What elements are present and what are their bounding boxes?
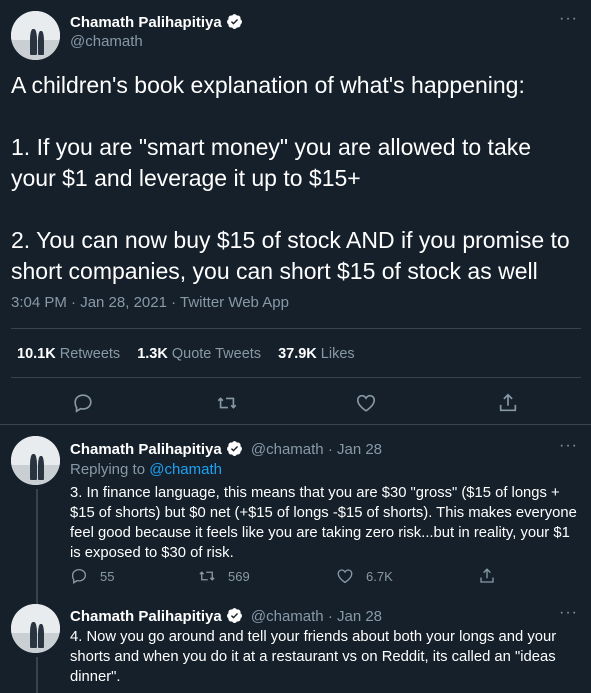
author-avatar[interactable] bbox=[11, 436, 60, 485]
replying-to: Replying to @chamath bbox=[70, 461, 222, 478]
share-icon bbox=[480, 568, 494, 583]
author-name[interactable]: Chamath Palihapitiya bbox=[70, 14, 222, 31]
thread-line bbox=[36, 489, 38, 602]
reply-tweet[interactable]: Chamath Palihapitiya @chamath · Jan 28 ·… bbox=[0, 602, 591, 693]
main-tweet: Chamath Palihapitiya @chamath ··· A chil… bbox=[0, 0, 591, 425]
author-name-row[interactable]: Chamath Palihapitiya bbox=[70, 13, 243, 32]
author-handle[interactable]: @chamath bbox=[251, 441, 324, 458]
more-icon[interactable]: ··· bbox=[559, 10, 578, 28]
reply-text: 3. In finance language, this means that … bbox=[70, 485, 577, 561]
likes-stat[interactable]: 37.9K Likes bbox=[278, 346, 355, 362]
reply-icon[interactable] bbox=[72, 392, 94, 414]
author-name[interactable]: Chamath Palihapitiya bbox=[70, 608, 222, 625]
share-action[interactable] bbox=[478, 567, 508, 585]
author-handle[interactable]: @chamath bbox=[251, 608, 324, 625]
tweet-text: A children's book explanation of what's … bbox=[11, 72, 570, 284]
retweet-count: 569 bbox=[228, 568, 250, 584]
retweet-icon bbox=[199, 571, 215, 581]
like-action[interactable]: 6.7K bbox=[336, 567, 393, 585]
reply-tweet[interactable]: Chamath Palihapitiya @chamath · Jan 28 ·… bbox=[0, 425, 591, 602]
retweet-action[interactable]: 569 bbox=[198, 567, 250, 585]
author-avatar[interactable] bbox=[11, 11, 60, 60]
like-icon bbox=[337, 569, 353, 584]
reply-action[interactable]: 55 bbox=[70, 567, 114, 585]
retweet-icon[interactable] bbox=[216, 392, 238, 414]
tweet-date[interactable]: · Jan 28 bbox=[328, 441, 382, 458]
reply-count: 55 bbox=[100, 568, 115, 584]
thread-line bbox=[36, 657, 38, 693]
tweet-timestamp[interactable]: 3:04 PM · Jan 28, 2021 · Twitter Web App bbox=[11, 294, 289, 311]
more-icon[interactable]: ··· bbox=[559, 437, 578, 455]
divider bbox=[11, 377, 581, 378]
retweets-stat[interactable]: 10.1K Retweets bbox=[17, 346, 120, 362]
verified-badge-icon bbox=[226, 441, 242, 456]
like-count: 6.7K bbox=[366, 568, 393, 584]
divider bbox=[11, 328, 581, 329]
reply-text: 4. Now you go around and tell your frien… bbox=[70, 629, 557, 685]
author-name[interactable]: Chamath Palihapitiya bbox=[70, 441, 222, 458]
action-bar bbox=[0, 390, 591, 416]
quote-tweets-stat[interactable]: 1.3K Quote Tweets bbox=[137, 346, 261, 362]
verified-badge-icon bbox=[226, 14, 242, 29]
share-icon[interactable] bbox=[497, 392, 519, 414]
verified-badge-icon bbox=[226, 608, 242, 623]
more-icon[interactable]: ··· bbox=[559, 604, 578, 622]
author-avatar[interactable] bbox=[11, 604, 60, 653]
engagement-stats: 10.1K Retweets 1.3K Quote Tweets 37.9K Lik… bbox=[17, 346, 372, 362]
like-icon[interactable] bbox=[355, 392, 377, 414]
reply-icon bbox=[71, 568, 87, 584]
author-handle[interactable]: @chamath bbox=[70, 33, 143, 50]
replying-to-link[interactable]: @chamath bbox=[149, 461, 222, 478]
reply-header: Chamath Palihapitiya @chamath · Jan 28 bbox=[70, 607, 382, 625]
tweet-date[interactable]: · Jan 28 bbox=[328, 608, 382, 625]
reply-header: Chamath Palihapitiya @chamath · Jan 28 bbox=[70, 440, 382, 458]
